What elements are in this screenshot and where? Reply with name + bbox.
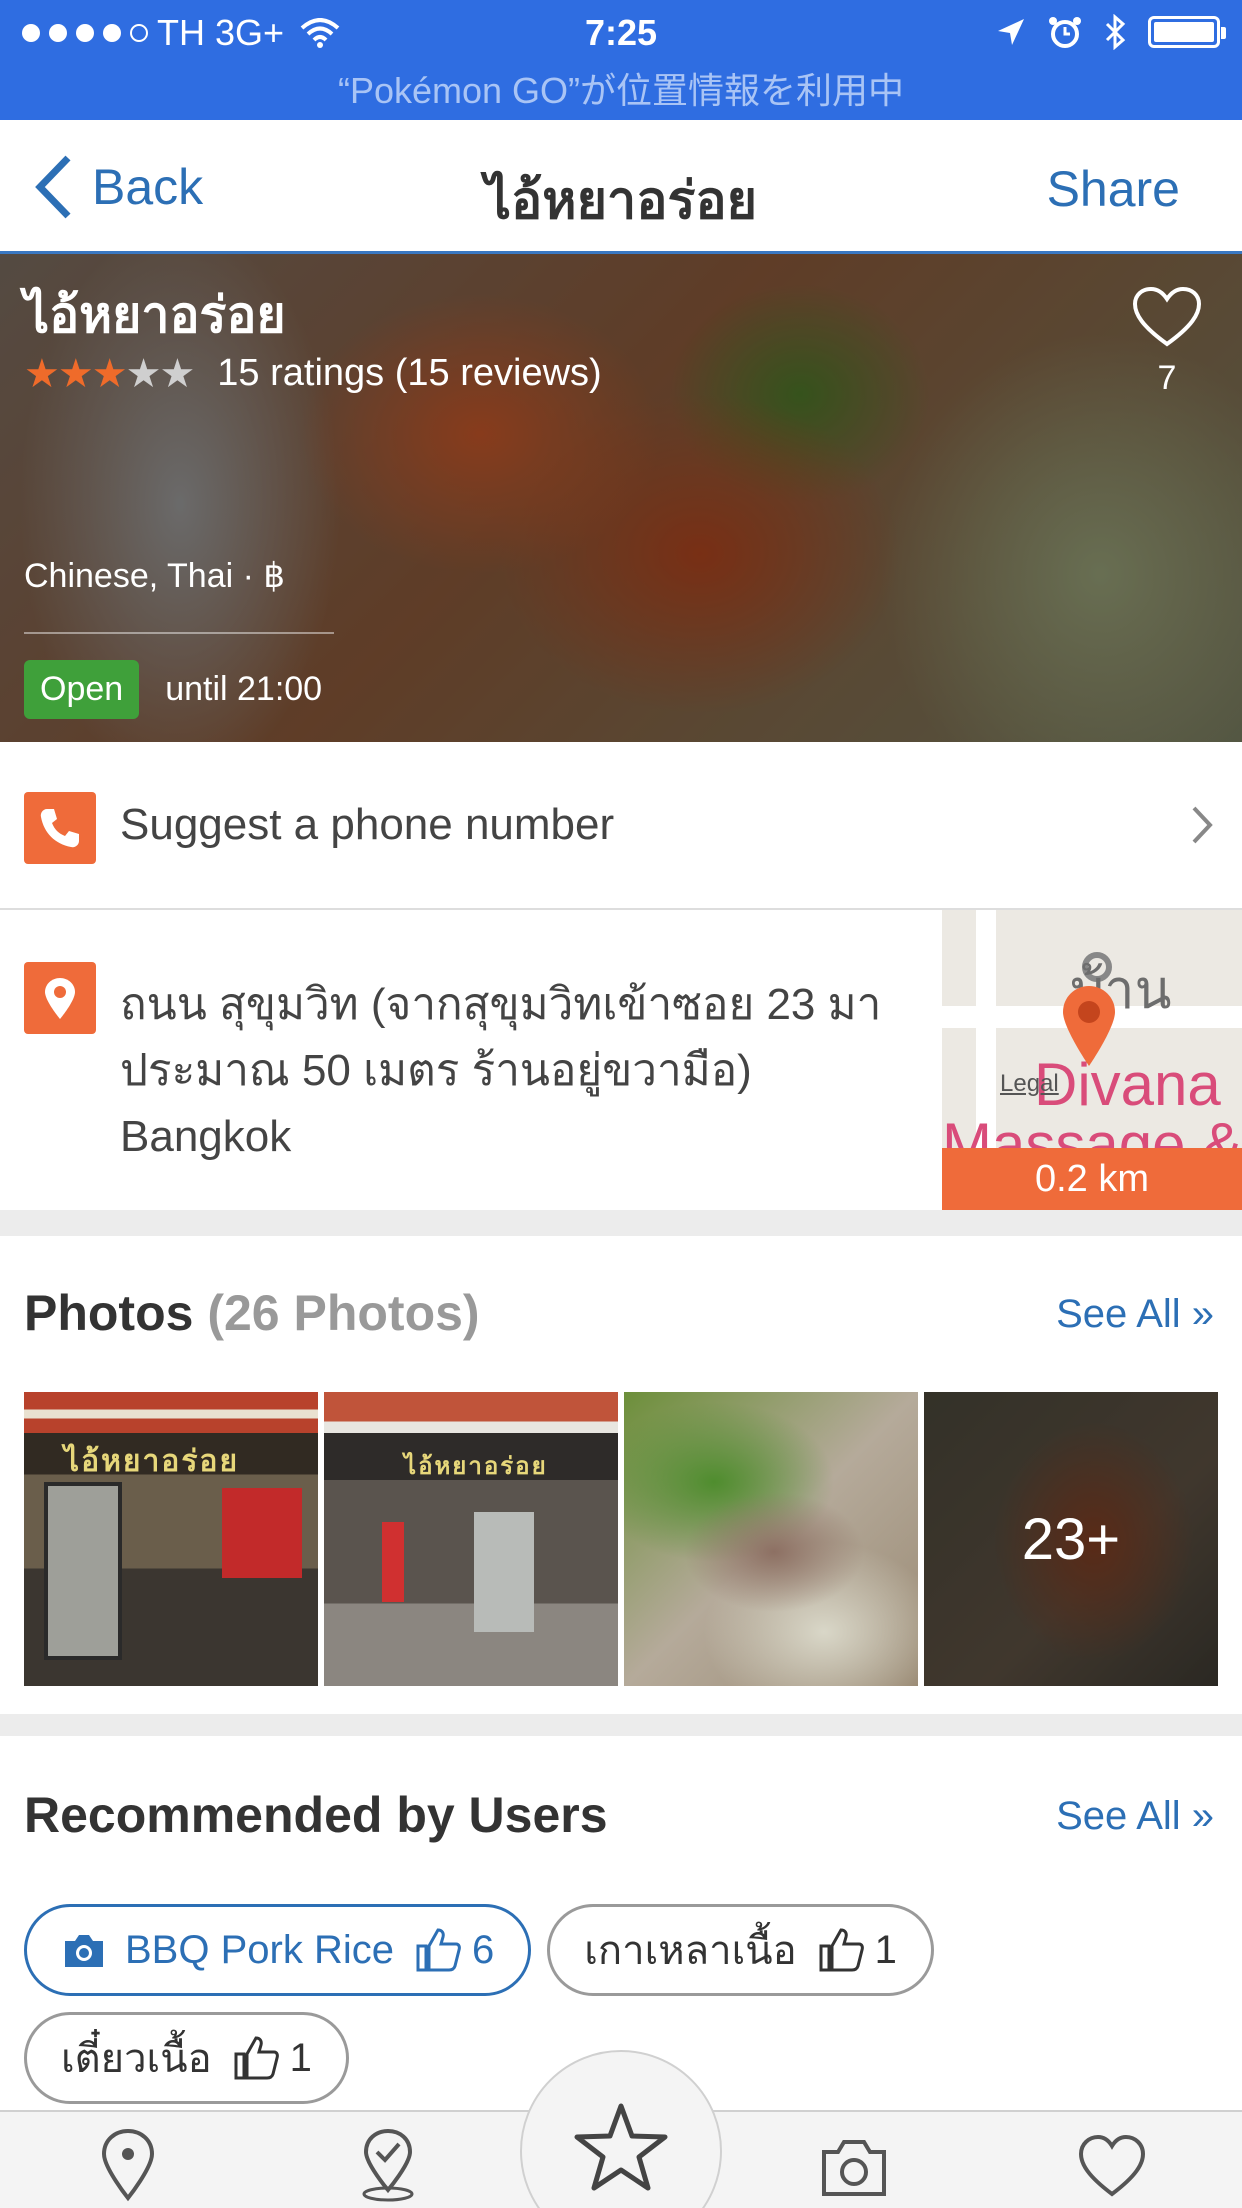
star-filled-icon: ★ [24,351,60,396]
thumbs-up-icon [416,1928,461,1972]
location-usage-banner[interactable]: “Pokémon GO”が位置情報を利用中 [0,62,1242,114]
address-city: Bangkok [120,1112,292,1161]
shop-sign-text: ไอ้หยาอร่อย [404,1453,548,1480]
phone-icon [24,792,96,864]
check-in-icon [362,2128,414,2202]
like-count: 1 [874,1927,897,1972]
suggest-phone-label: Suggest a phone number [120,800,615,849]
star-filled-icon: ★ [57,351,94,396]
tab-check-in[interactable] [348,2128,428,2208]
opening-hours: Open until 21:00 [24,660,322,719]
navigation-bar: Back ไอ้หยาอร่อย Share [0,120,1242,254]
recommended-dish-chip[interactable]: เตี๋ยวเนื้อ 1 [24,2012,349,2104]
tab-photo[interactable] [814,2128,894,2208]
recommended-see-all-link[interactable]: See All » [1056,1794,1214,1839]
cuisine-price: Chinese, Thai · ฿ [24,557,286,595]
photo-thumbnail[interactable]: ไอ้หยาอร่อย [324,1392,618,1686]
thumbs-up-icon [819,1928,864,1972]
dish-name: เกาเหลาเนื้อ [584,1929,797,1973]
camera-icon [65,1935,103,1967]
suggest-phone-row[interactable]: Suggest a phone number [0,742,1242,910]
distance-label: 0.2 km [942,1148,1242,1210]
camera-icon [822,2140,886,2196]
restaurant-name: ไอ้หยาอร่อย [24,287,286,343]
photo-thumbnail[interactable] [624,1392,918,1686]
address-row[interactable]: ถนน สุขุมวิท (จากสุขุมวิทเข้าซอย 23 มา ป… [0,910,1242,1210]
open-status-badge: Open [24,660,140,719]
more-photos-overlay: 23+ [924,1392,1218,1686]
section-divider [0,1210,1242,1236]
share-button[interactable]: Share [1047,160,1180,218]
hours-text: until 21:00 [165,670,323,708]
recommended-title: Recommended by Users [24,1787,608,1843]
location-pin-icon [24,962,96,1034]
address-text: ถนน สุขุมวิท (จากสุขุมวิทเข้าซอย 23 มา ป… [120,972,920,1170]
restaurant-hero[interactable]: ไอ้หยาอร่อย ★ ★ ★ ★ ★ 15 ratings (15 reviews… [0,254,1242,742]
address-line-1: ถนน สุขุมวิท (จากสุขุมวิทเข้าซอย 23 มา [120,980,882,1029]
star-empty-icon: ★ [125,351,162,396]
tab-favorites[interactable] [1072,2128,1152,2208]
photos-title-label: Photos [24,1285,194,1341]
photos-see-all-link[interactable]: See All » [1056,1292,1214,1337]
favorite-count: 7 [1157,359,1177,397]
photo-strip: ไอ้หยาอร่อย ไอ้หยาอร่อย 23+ [24,1392,1218,1686]
map-legal-link[interactable]: Legal [1000,1070,1059,1098]
map-pin-icon [1063,986,1115,1066]
like-count: 1 [289,2035,312,2080]
ratings-count: 15 ratings (15 reviews) [217,352,602,394]
star-empty-icon: ★ [159,351,196,396]
rating-summary[interactable]: ★ ★ ★ ★ ★ 15 ratings (15 reviews) [24,352,602,395]
photo-thumbnail[interactable]: ไอ้หยาอร่อย [24,1392,318,1686]
chevron-right-icon [1192,806,1213,844]
alarm-icon [1049,17,1081,48]
photo-thumbnail-more[interactable]: 23+ [924,1392,1218,1686]
dish-name: เตี๋ยวเนื้อ [61,2037,212,2081]
heart-icon [1078,2134,1146,2197]
recommended-dish-chip[interactable]: BBQ Pork Rice 6 [24,1904,532,1996]
photos-count: (26 Photos) [207,1285,480,1341]
hero-divider [24,632,334,634]
location-arrow-icon [998,19,1024,45]
recommended-dish-chip[interactable]: เกาเหลาเนื้อ 1 [547,1904,934,1996]
heart-icon [1132,286,1202,347]
map-thumbnail[interactable]: บ้าน Divana Massage & Legal 0.2 km [942,910,1242,1210]
dish-name: BBQ Pork Rice [125,1927,394,1972]
map-pin-icon [101,2128,155,2202]
status-bar: TH 3G+ 7:25 “Pokémon GO”が位置情報を利用中 [0,0,1242,120]
tab-nearby[interactable] [88,2128,168,2208]
like-count: 6 [471,1927,495,1972]
battery-icon [1148,16,1226,48]
star-icon [574,2103,668,2191]
bluetooth-icon [1105,14,1126,50]
rating-stars: ★ ★ ★ ★ ★ [24,351,196,396]
favorite-button[interactable]: 7 [1130,286,1204,398]
shop-sign-text: ไอ้หยาอร่อย [64,1445,240,1478]
thumbs-up-icon [234,2036,279,2080]
photos-title: Photos (26 Photos) [24,1284,480,1342]
address-line-2: ประมาณ 50 เมตร ร้านอยู่ขวามือ) [120,1046,752,1095]
star-filled-icon: ★ [91,351,128,396]
photos-section: Photos (26 Photos) See All » ไอ้หยาอร่อย… [0,1236,1242,1714]
